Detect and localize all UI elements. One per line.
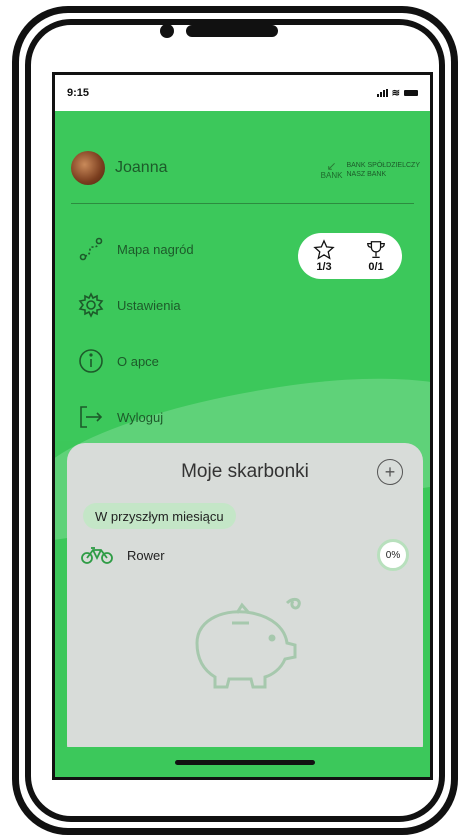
piggybank-name: Rower	[127, 547, 165, 563]
divider	[71, 203, 414, 204]
list-item[interactable]: Rower 0%	[81, 539, 409, 571]
bank-mark-label: BANK	[320, 171, 343, 180]
user-header: Joanna	[71, 151, 168, 185]
progress-percent: 0%	[377, 539, 409, 571]
section-label: W przyszłym miesiącu	[83, 503, 236, 529]
wifi-icon: ≋	[391, 87, 400, 99]
menu-item-label: Mapa nagród	[117, 241, 194, 257]
camera-dot	[160, 24, 174, 38]
add-piggybank-button[interactable]: +	[377, 459, 403, 485]
star-icon	[313, 239, 335, 260]
side-menu: Mapa nagród Ustawienia O apce Wyloguj	[77, 235, 194, 459]
menu-item-label: Wyloguj	[117, 409, 164, 425]
menu-item-settings[interactable]: Ustawienia	[77, 291, 194, 319]
menu-background: Joanna ↙ BANK BANK SPÓŁDZIELCZY NASZ BAN…	[55, 111, 430, 543]
menu-item-rewards-map[interactable]: Mapa nagród	[77, 235, 194, 263]
gear-icon	[77, 291, 105, 319]
bank-name: BANK SPÓŁDZIELCZY	[346, 162, 420, 169]
menu-item-logout[interactable]: Wyloguj	[77, 403, 194, 431]
status-icons: ≋	[376, 87, 418, 99]
signal-icon	[376, 89, 388, 97]
app-screen: Joanna ↙ BANK BANK SPÓŁDZIELCZY NASZ BAN…	[52, 72, 433, 780]
stars-count: 1/3	[316, 261, 332, 273]
menu-item-about[interactable]: O apce	[77, 347, 194, 375]
card-title: Moje skarbonki	[181, 461, 309, 482]
trophies-count: 0/1	[368, 261, 384, 273]
home-indicator[interactable]	[175, 760, 315, 765]
stars-badge: 1/3	[313, 239, 335, 273]
bike-icon	[81, 547, 113, 564]
bank-logo: ↙ BANK BANK SPÓŁDZIELCZY NASZ BANK	[320, 159, 420, 181]
bank-tagline: NASZ BANK	[346, 171, 387, 178]
route-icon	[77, 235, 105, 263]
trophies-badge: 0/1	[365, 239, 387, 273]
user-name: Joanna	[115, 159, 168, 176]
bank-arrow-icon: ↙	[326, 159, 337, 173]
battery-icon	[404, 90, 418, 96]
piggybank-illustration-icon	[195, 597, 301, 689]
speaker-bar	[186, 25, 278, 37]
menu-item-label: Ustawienia	[117, 297, 181, 313]
savings-card: Moje skarbonki + W przyszłym miesiącu Ro…	[67, 443, 423, 763]
trophy-icon	[367, 241, 385, 258]
status-time: 9:15	[67, 87, 90, 99]
achievement-badges[interactable]: 1/3 0/1	[298, 233, 402, 279]
bank-mark: ↙ BANK	[320, 159, 343, 181]
info-icon	[77, 347, 105, 375]
logout-icon	[77, 403, 105, 431]
status-bar: 9:15 ≋	[55, 75, 430, 111]
menu-item-label: O apce	[117, 353, 159, 369]
avatar[interactable]	[71, 151, 105, 185]
